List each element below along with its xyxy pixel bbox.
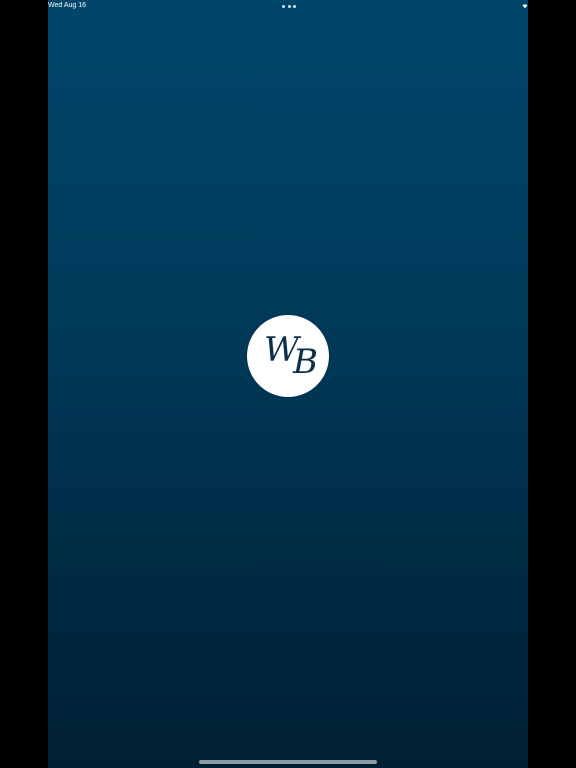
status-bar: Wed Aug 16 — [48, 0, 528, 14]
app-logo: WB — [247, 315, 329, 397]
app-screen: Wed Aug 16 WB — [48, 0, 528, 768]
dot — [293, 5, 296, 8]
ellipsis-icon[interactable] — [282, 5, 296, 8]
device-frame: Wed Aug 16 WB — [0, 0, 576, 768]
logo-letter-b: B — [292, 342, 318, 382]
home-indicator[interactable] — [199, 760, 377, 764]
wifi-icon — [522, 4, 528, 9]
logo-letter-w: W — [264, 330, 299, 370]
logo-monogram: WB — [264, 333, 318, 379]
dot — [287, 5, 291, 8]
dot — [282, 5, 285, 8]
status-time: Wed Aug 16 — [48, 2, 87, 9]
